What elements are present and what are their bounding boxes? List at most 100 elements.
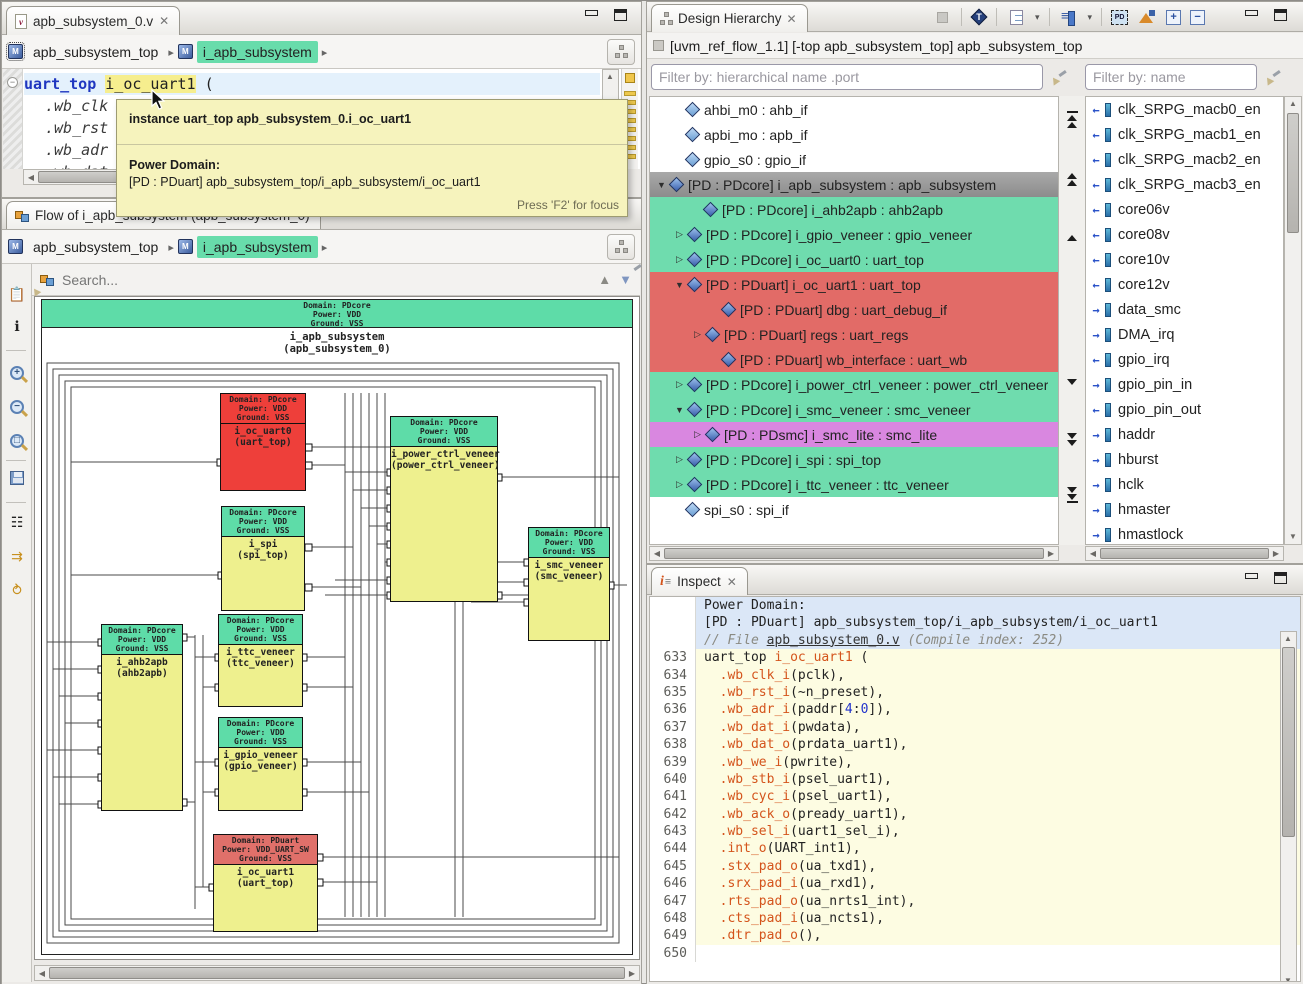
editor-tab[interactable]: v apb_subsystem_0.v ✕ [6,6,180,35]
inspect-tab[interactable]: i Inspect ✕ [651,567,748,595]
tree-item[interactable]: [PD : PDsmc] i_smc_lite : smc_lite [650,422,1058,447]
expand-all-icon[interactable]: + [1166,10,1181,25]
port-item[interactable]: hburst [1086,447,1283,472]
port-item[interactable]: core06v [1086,197,1283,222]
port-list[interactable]: clk_SRPG_macb0_en clk_SRPG_macb1_en clk_… [1085,96,1284,545]
file-link[interactable]: apb_subsystem_0.v [767,633,900,648]
tree-item[interactable]: [PD : PDuart] wb_interface : uart_wb [650,347,1058,372]
block-i-spi[interactable]: Domain: PDcorePower: VDDGround: VSS i_sp… [221,506,305,611]
zoom-in-icon[interactable]: + [6,360,28,382]
tree-item[interactable]: [PD : PDuart] i_oc_uart1 : uart_top [650,272,1058,297]
tree-item[interactable]: ahbi_m0 : ahb_if [650,97,1058,122]
clear-filter-icon[interactable] [1265,70,1279,84]
maximize-icon[interactable] [1274,9,1287,21]
expander-icon[interactable] [672,254,687,265]
open-in-new-window-icon[interactable]: 📋 [6,284,28,306]
scroll-right-icon[interactable]: ▶ [626,969,638,979]
scroll-right-icon[interactable]: ▶ [1270,549,1282,559]
block-i-ahb2apb[interactable]: Domain: PDcorePower: VDDGround: VSS i_ah… [101,624,183,811]
expander-icon[interactable] [672,479,687,490]
tree-item[interactable]: [PD : PDcore] i_smc_veneer : smc_veneer [650,397,1058,422]
breadcrumb-item[interactable]: apb_subsystem_top [27,41,164,63]
expander-icon[interactable] [672,379,687,390]
tree-item[interactable]: gpio_s0 : gpio_if [650,147,1058,172]
inspect-vertical-scrollbar[interactable]: ▲ ▼ [1280,631,1297,982]
next-icon[interactable] [1065,378,1079,385]
module-icon[interactable]: M [178,239,193,254]
tree-item[interactable]: [PD : PDuart] dbg : uart_debug_if [650,297,1058,322]
block-i-gpio-veneer[interactable]: Domain: PDcorePower: VDDGround: VSS i_gp… [218,717,303,811]
port-item[interactable]: hmastlock [1086,522,1283,545]
port-item[interactable]: core08v [1086,222,1283,247]
clear-filter-icon[interactable] [1051,70,1065,84]
breadcrumb-item-selected[interactable]: i_apb_subsystem [197,41,318,63]
minimize-icon[interactable] [1244,572,1258,583]
list-horizontal-scrollbar[interactable]: ◀ ▶ [1085,546,1284,561]
zoom-out-icon[interactable]: − [6,394,28,416]
block-i-oc-uart1[interactable]: Domain: PDuartPower: VDD_UART_SWGround: … [213,834,318,932]
save-diagram-icon[interactable] [6,470,28,492]
show-hierarchy-button[interactable] [607,39,635,65]
search-next-icon[interactable]: ▼ [619,272,632,287]
minimize-icon[interactable] [584,9,598,20]
port-item[interactable]: core10v [1086,247,1283,272]
code-line[interactable]: uart_top i_oc_uart1 ( [24,73,600,95]
port-item[interactable]: gpio_pin_in [1086,372,1283,397]
go-to-top-icon[interactable] [1065,110,1079,128]
fold-icon[interactable]: − [7,77,18,88]
flow-diagram-canvas[interactable]: Domain: PDcore Power: VDD Ground: VSS i_… [34,296,640,960]
scroll-thumb[interactable] [1287,113,1299,233]
scroll-up-icon[interactable]: ▲ [1287,99,1299,109]
port-item[interactable]: hclk [1086,472,1283,497]
port-item[interactable]: gpio_irq [1086,347,1283,372]
port-item[interactable]: DMA_irq [1086,322,1283,347]
scroll-down-icon[interactable]: ▼ [1287,532,1299,542]
maximize-icon[interactable] [614,9,627,21]
port-list-vertical-scrollbar[interactable]: ▲ ▼ [1284,96,1302,545]
expander-icon[interactable] [672,229,687,240]
port-item[interactable]: data_smc [1086,297,1283,322]
scroll-left-icon[interactable]: ◀ [651,549,663,559]
scroll-thumb[interactable] [49,967,625,979]
page-down-icon[interactable] [1065,432,1079,446]
tree-horizontal-scrollbar[interactable]: ◀ ▶ [649,546,1059,561]
port-item[interactable]: clk_SRPG_macb0_en [1086,97,1283,122]
scroll-left-icon[interactable]: ◀ [1087,549,1099,559]
hierarchical-filter-input[interactable] [651,64,1043,90]
tree-item[interactable]: [PD : PDcore] i_power_ctrl_veneer : powe… [650,372,1058,397]
block-i-oc-uart0[interactable]: Domain: PDcorePower: VDDGround: VSS i_oc… [220,393,306,491]
port-item[interactable]: gpio_pin_out [1086,397,1283,422]
scroll-left-icon[interactable]: ◀ [25,173,37,183]
scroll-thumb[interactable] [1282,647,1295,837]
clear-search-icon[interactable] [576,273,590,287]
layers-icon[interactable] [1137,7,1157,27]
scroll-up-icon[interactable]: ▲ [1282,634,1294,644]
tree-item[interactable]: [PD : PDcore] i_gpio_veneer : gpio_venee… [650,222,1058,247]
search-previous-icon[interactable]: ▲ [598,272,611,287]
dropdown-chevron-icon[interactable]: ▾ [1088,12,1093,23]
maximize-icon[interactable] [1274,572,1287,584]
scroll-thumb[interactable] [664,548,1044,559]
block-i-smc-veneer[interactable]: Domain: PDcorePower: VDDGround: VSS i_sm… [528,527,610,641]
hierarchy-tree[interactable]: ahbi_m0 : ahb_if apbi_mo : apb_if gpio_s… [649,96,1059,545]
expander-icon[interactable] [690,329,705,340]
breadcrumb-item-selected[interactable]: i_apb_subsystem [197,236,318,258]
tree-item[interactable]: [PD : PDcore] i_spi : spi_top [650,447,1058,472]
trace-signals-icon[interactable]: ⇉ [6,546,28,568]
port-item[interactable]: clk_SRPG_macb1_en [1086,122,1283,147]
tree-item-selected[interactable]: [PD : PDcore] i_apb_subsystem : apb_subs… [650,172,1058,197]
tree-item[interactable]: [PD : PDuart] regs : uart_regs [650,322,1058,347]
inspect-content[interactable]: Power Domain: [PD : PDuart] apb_subsyste… [649,596,1301,982]
hierarchy-tab[interactable]: Design Hierarchy ✕ [651,4,808,32]
view-menu-icon[interactable] [1006,7,1026,27]
port-item[interactable]: haddr [1086,422,1283,447]
zoom-fit-icon[interactable]: □ [6,428,28,450]
power-domain-icon[interactable]: PD [1111,10,1128,25]
show-types-icon[interactable]: T [971,9,987,25]
diagram-settings-icon[interactable]: ☷ [6,512,28,534]
show-hierarchy-button[interactable] [607,234,635,260]
port-item[interactable]: clk_SRPG_macb3_en [1086,172,1283,197]
scroll-up-icon[interactable]: ▲ [604,72,616,82]
module-icon[interactable]: M [8,44,23,59]
close-icon[interactable]: ✕ [727,575,737,589]
